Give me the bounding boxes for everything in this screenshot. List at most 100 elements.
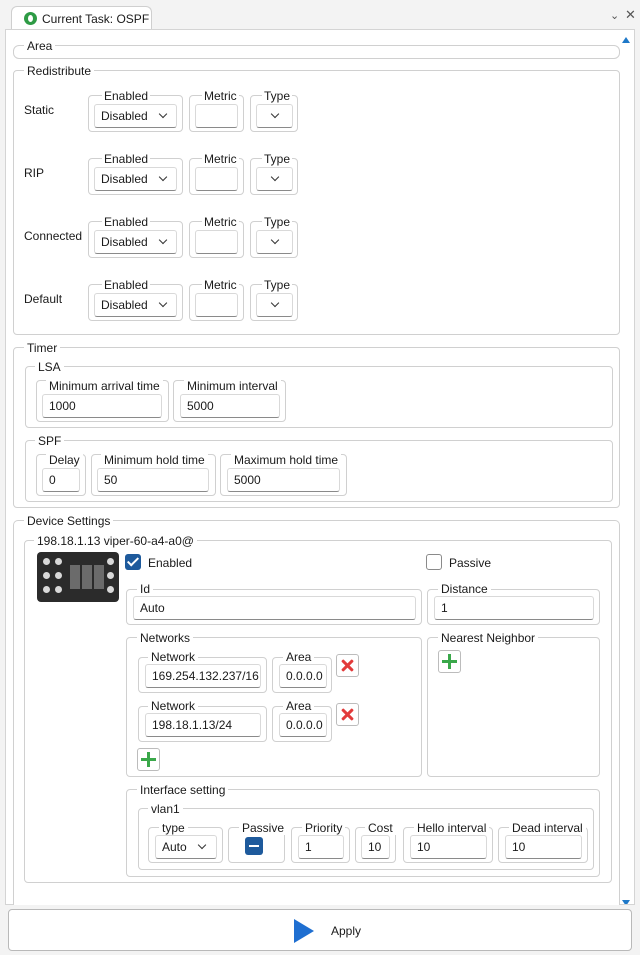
area-group	[13, 45, 620, 59]
hello-interval-label: Hello interval	[414, 821, 490, 835]
metric-input[interactable]	[195, 104, 238, 128]
dead-interval-label: Dead interval	[509, 821, 586, 835]
type-select[interactable]: Auto	[155, 835, 217, 859]
type-label: type	[159, 821, 188, 835]
enabled-label: Enabled	[102, 278, 151, 292]
cost-input[interactable]: 10	[361, 835, 390, 859]
chevron-down-icon	[270, 298, 280, 308]
device-legend: 198.18.1.13 viper-60-a4-a0@	[34, 534, 197, 548]
metric-input[interactable]	[195, 167, 238, 191]
max-hold-input[interactable]: 5000	[227, 468, 340, 492]
play-icon	[294, 919, 314, 943]
min-hold-input[interactable]: 50	[97, 468, 209, 492]
remove-network-icon[interactable]	[336, 654, 359, 677]
area-legend: Area	[24, 39, 56, 53]
enabled-value: Disabled	[101, 109, 148, 123]
enabled-label: Enabled	[102, 215, 151, 229]
redistribute-row-label: Connected	[24, 229, 83, 243]
priority-label: Priority	[302, 821, 346, 835]
add-network-icon[interactable]	[137, 748, 160, 771]
passive-checkbox[interactable]	[426, 554, 442, 570]
enabled-select[interactable]: Disabled	[94, 104, 177, 128]
type-label: Type	[262, 89, 293, 103]
interface-setting-legend: Interface setting	[137, 783, 229, 797]
metric-label: Metric	[202, 215, 239, 229]
chevron-down-icon[interactable]: ⌄	[610, 9, 619, 22]
metric-input[interactable]	[195, 230, 238, 254]
min-arrival-label: Minimum arrival time	[46, 379, 163, 393]
min-arrival-input[interactable]: 1000	[42, 394, 162, 418]
id-input[interactable]: Auto	[133, 596, 416, 620]
enabled-label: Enabled	[102, 152, 151, 166]
area-input[interactable]: 0.0.0.0	[279, 713, 327, 737]
vlan-legend: vlan1	[148, 802, 183, 816]
chevron-down-icon	[158, 109, 168, 119]
vlan-passive-label: Passive	[239, 821, 288, 835]
enabled-select[interactable]: Disabled	[94, 230, 177, 254]
distance-label: Distance	[438, 582, 491, 596]
delay-label: Delay	[46, 453, 83, 467]
chevron-down-icon	[158, 172, 168, 182]
metric-label: Metric	[202, 278, 239, 292]
chevron-down-icon	[158, 235, 168, 245]
network-label: Network	[148, 650, 199, 664]
device-image	[37, 552, 119, 602]
type-select[interactable]	[256, 230, 293, 254]
enabled-value: Disabled	[101, 172, 148, 186]
network-input[interactable]: 198.18.1.13/24	[145, 713, 261, 737]
tab-current-task[interactable]: Current Task: OSPF	[11, 6, 152, 30]
network-input[interactable]: 169.254.132.237/16	[145, 664, 261, 688]
chevron-down-icon	[270, 235, 280, 245]
device-settings-legend: Device Settings	[24, 514, 114, 528]
delay-input[interactable]: 0	[42, 468, 80, 492]
passive-toggle[interactable]	[245, 837, 263, 855]
ospf-task-icon	[24, 12, 37, 25]
type-label: Type	[262, 278, 293, 292]
remove-network-icon[interactable]	[336, 703, 359, 726]
chevron-down-icon	[158, 298, 168, 308]
apply-button[interactable]: Apply	[8, 909, 632, 951]
scroll-up-icon[interactable]	[622, 37, 630, 43]
tab-strip: Current Task: OSPF ⌄ ✕	[0, 0, 640, 30]
type-select[interactable]	[256, 293, 293, 317]
type-label: Type	[262, 215, 293, 229]
redistribute-row-label: RIP	[24, 166, 45, 180]
type-select[interactable]	[256, 104, 293, 128]
chevron-down-icon	[270, 172, 280, 182]
chevron-down-icon	[270, 109, 280, 119]
metric-label: Metric	[202, 152, 239, 166]
timer-legend: Timer	[24, 341, 61, 355]
tab-title: Current Task: OSPF	[42, 12, 150, 26]
type-value: Auto	[162, 840, 187, 854]
enabled-label: Enabled	[102, 89, 151, 103]
apply-label: Apply	[331, 924, 362, 938]
chevron-down-icon	[197, 840, 207, 850]
enabled-select[interactable]: Disabled	[94, 167, 177, 191]
dead-interval-input[interactable]: 10	[505, 835, 582, 859]
type-select[interactable]	[256, 167, 293, 191]
redistribute-legend: Redistribute	[24, 64, 95, 78]
min-hold-label: Minimum hold time	[101, 453, 208, 467]
metric-input[interactable]	[195, 293, 238, 317]
max-hold-label: Maximum hold time	[231, 453, 342, 467]
priority-input[interactable]: 1	[298, 835, 344, 859]
redistribute-row-label: Default	[24, 292, 63, 306]
enabled-select[interactable]: Disabled	[94, 293, 177, 317]
scroll-down-icon[interactable]	[622, 900, 630, 904]
add-neighbor-icon[interactable]	[438, 650, 461, 673]
spf-legend: SPF	[35, 434, 65, 448]
close-icon[interactable]: ✕	[625, 7, 636, 23]
hello-interval-input[interactable]: 10	[410, 835, 487, 859]
redistribute-row-label: Static	[24, 103, 55, 117]
area-input[interactable]: 0.0.0.0	[279, 664, 327, 688]
enabled-value: Disabled	[101, 235, 148, 249]
enabled-label: Enabled	[148, 556, 193, 570]
cost-label: Cost	[365, 821, 396, 835]
area-label: Area	[283, 650, 315, 664]
min-interval-input[interactable]: 5000	[180, 394, 280, 418]
enabled-checkbox[interactable]	[125, 554, 141, 570]
distance-input[interactable]: 1	[434, 596, 594, 620]
lsa-legend: LSA	[35, 360, 64, 374]
networks-legend: Networks	[137, 631, 194, 645]
nearest-neighbor-legend: Nearest Neighbor	[438, 631, 539, 645]
